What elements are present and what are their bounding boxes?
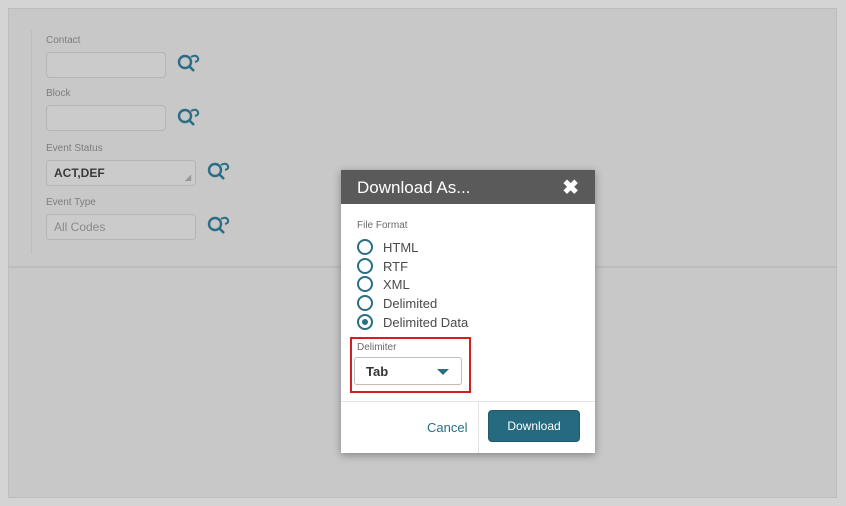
delimiter-label: Delimiter <box>357 342 397 353</box>
dialog-footer-divider <box>341 401 595 402</box>
resize-handle-icon: ◢ <box>184 173 191 182</box>
radio-html[interactable]: HTML <box>357 238 418 256</box>
block-lookup-icon[interactable] <box>176 107 202 129</box>
radio-delimited-circle[interactable] <box>357 295 373 311</box>
download-as-dialog: Download As... ✖ File Format HTML RTF XM… <box>341 170 595 453</box>
event-status-value: ACT,DEF <box>54 166 105 180</box>
form-divider <box>31 30 32 254</box>
event-type-field[interactable]: All Codes <box>46 214 196 240</box>
close-icon[interactable]: ✖ <box>562 175 579 200</box>
event-status-lookup-icon[interactable] <box>206 161 232 183</box>
dialog-title: Download As... <box>357 178 471 197</box>
block-field[interactable] <box>46 105 166 131</box>
radio-xml[interactable]: XML <box>357 275 410 293</box>
radio-delimited-data-circle[interactable] <box>357 314 373 330</box>
radio-delimited[interactable]: Delimited <box>357 294 437 312</box>
file-format-label: File Format <box>357 220 408 231</box>
dialog-header: Download As... ✖ <box>341 170 595 204</box>
event-type-label: Event Type <box>46 197 96 208</box>
radio-delimited-data[interactable]: Delimited Data <box>357 313 468 331</box>
event-type-placeholder: All Codes <box>54 220 106 234</box>
radio-delimited-data-label: Delimited Data <box>383 314 469 330</box>
download-button[interactable]: Download <box>488 410 580 442</box>
contact-lookup-icon[interactable] <box>176 53 202 75</box>
contact-field[interactable] <box>46 52 166 78</box>
radio-rtf[interactable]: RTF <box>357 257 408 275</box>
radio-xml-label: XML <box>383 276 410 292</box>
cancel-button[interactable]: Cancel <box>427 420 467 435</box>
radio-delimited-label: Delimited <box>383 295 438 311</box>
radio-html-label: HTML <box>383 239 419 255</box>
delimiter-value: Tab <box>366 364 389 379</box>
chevron-down-icon <box>437 369 449 375</box>
block-label: Block <box>46 88 71 99</box>
radio-xml-circle[interactable] <box>357 276 373 292</box>
radio-html-circle[interactable] <box>357 239 373 255</box>
radio-rtf-label: RTF <box>383 258 409 274</box>
delimiter-select[interactable]: Tab <box>354 357 462 385</box>
contact-label: Contact <box>46 35 81 46</box>
footer-separator <box>478 401 479 453</box>
radio-rtf-circle[interactable] <box>357 258 373 274</box>
event-status-label: Event Status <box>46 143 103 154</box>
event-status-field[interactable]: ACT,DEF ◢ <box>46 160 196 186</box>
event-type-lookup-icon[interactable] <box>206 215 232 237</box>
